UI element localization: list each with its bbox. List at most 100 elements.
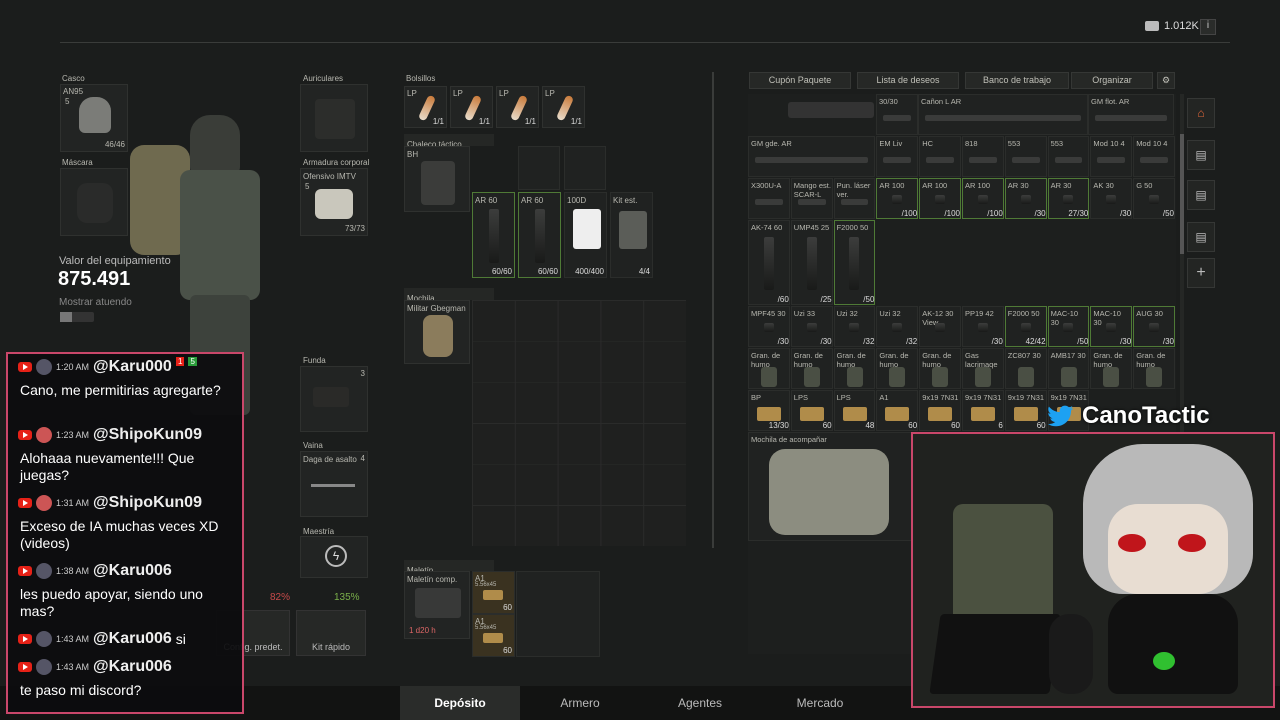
attachment-icon — [1011, 157, 1040, 163]
stash-item[interactable]: Gas lacrimaqe — [962, 348, 1004, 389]
stash-item[interactable]: F2000 50 — [833, 220, 876, 305]
rig-slot[interactable]: AR 60 60/60 — [472, 192, 515, 278]
rig-item-slot[interactable]: BH — [404, 146, 470, 212]
stash-item[interactable]: HC — [919, 136, 961, 177]
stash-item[interactable]: 30/30 — [876, 94, 918, 135]
chat-message: Alohaaa nuevamente!!! Que juegas? — [20, 450, 195, 483]
tab-armero[interactable]: Armero — [520, 686, 640, 720]
stash-item[interactable]: Mod 10 4 — [1133, 136, 1175, 177]
pocket-item-name: LP — [545, 89, 555, 98]
stash-item[interactable]: Gran. de humo — [1133, 348, 1175, 389]
coupon-button[interactable]: Cupón Paquete — [749, 72, 851, 89]
quick-kit-button[interactable]: Kit rápido — [296, 610, 366, 656]
stash-item-name: GM gde. AR — [751, 139, 792, 148]
show-outfit-toggle[interactable] — [60, 312, 94, 322]
backpack-grid[interactable] — [472, 300, 686, 546]
rig-slot[interactable]: Kit est. 4/4 — [610, 192, 653, 278]
pocket-item-name: LP — [499, 89, 509, 98]
stash-item[interactable]: X300U-A — [748, 178, 790, 219]
kit-icon — [619, 211, 647, 249]
workbench-button[interactable]: Banco de trabajo — [965, 72, 1069, 89]
mastery-slot[interactable]: ϟ — [300, 536, 368, 578]
case-item-slot[interactable]: Maletín comp. 1 d20 h — [404, 571, 470, 639]
webcam-overlay — [911, 432, 1275, 708]
gear-icon: ⚙ — [1161, 75, 1171, 85]
rig-empty-slot[interactable] — [518, 146, 560, 190]
case-empty-area[interactable] — [516, 571, 600, 657]
add-icon[interactable]: + — [1187, 258, 1215, 288]
stash-item[interactable]: Mochila de acompañar — [748, 432, 919, 541]
stash-item[interactable]: 818 — [962, 136, 1004, 177]
rig-slot[interactable]: AR 60 60/60 — [518, 192, 561, 278]
stash-item[interactable]: AK-74 60 — [748, 220, 790, 305]
helmet-slot[interactable]: AN95 5 46/46 — [60, 84, 128, 152]
stash-item[interactable]: 553 — [1004, 136, 1047, 177]
mask-slot[interactable] — [60, 168, 128, 236]
case-ammo-slot[interactable]: A1 5.56x45 60 — [472, 614, 515, 657]
helmet-name: AN95 — [63, 87, 84, 96]
youtube-icon — [18, 362, 32, 372]
stash-item[interactable]: UMP45 25 — [790, 220, 833, 305]
stash-item[interactable]: Gran. de humo — [1090, 348, 1133, 389]
case-ammo-slot[interactable]: A1 5.56x45 60 — [472, 571, 515, 614]
info-button[interactable]: i — [1200, 19, 1216, 35]
stash-item[interactable]: EM Liv — [876, 136, 919, 177]
pocket-item-count: 1/1 — [432, 117, 444, 126]
armor-name: Ofensivo IMTV — [303, 172, 356, 181]
tab-deposito[interactable]: Depósito — [400, 686, 520, 720]
stash-item[interactable]: Gran. de humo — [833, 348, 876, 389]
stash-item[interactable]: Mango est. SCAR-L — [790, 178, 833, 219]
chat-timestamp: 1:43 AM — [56, 662, 90, 672]
pocket-slot[interactable]: LP 1/1 — [404, 86, 447, 128]
headphones-slot[interactable] — [300, 84, 368, 152]
stash-item[interactable]: Gran. de humo — [748, 348, 790, 389]
armor-slot[interactable]: Ofensivo IMTV 5 73/73 — [300, 168, 368, 236]
sheath-slot[interactable]: Daga de asalto 4 — [300, 451, 368, 517]
wishlist-button[interactable]: Lista de deseos — [857, 72, 959, 89]
ammo-icon — [483, 590, 503, 600]
stash-item[interactable]: Gran. de humo — [790, 348, 833, 389]
stash-item-name: 30/30 — [879, 97, 898, 106]
stash-item[interactable]: GM flot. AR — [1088, 94, 1174, 135]
stash-item-count: /32 — [863, 337, 875, 346]
stash-item[interactable]: 553 — [1047, 136, 1090, 177]
scroll-divider — [712, 72, 714, 548]
pocket-slot[interactable]: LP 1/1 — [450, 86, 493, 128]
grenade-icon — [975, 367, 991, 387]
pocket-slot[interactable]: LP 1/1 — [542, 86, 585, 128]
box-icon[interactable]: ▤ — [1187, 140, 1215, 170]
stash-item-count: 60 — [822, 421, 832, 430]
rig-slot[interactable]: 100D 400/400 — [564, 192, 607, 278]
pocket-slot[interactable]: LP 1/1 — [496, 86, 539, 128]
magazine-icon — [1020, 195, 1031, 204]
stash-item-count: /30 — [1034, 209, 1046, 218]
stash-item-name: G 50 — [1136, 181, 1153, 190]
backpack-item-slot[interactable]: Militar Gbegman — [404, 300, 470, 364]
grenade-icon — [1146, 367, 1163, 387]
stash-item-name: Mango est. SCAR-L — [793, 181, 831, 199]
stash-item[interactable]: Cañon L AR — [918, 94, 1088, 135]
stash-item[interactable]: Mod 10 4 — [1090, 136, 1133, 177]
stash-item[interactable]: ZC807 30 — [1004, 348, 1047, 389]
stash-item-count: /30 — [777, 337, 789, 346]
stash-item[interactable]: GM gde. AR — [748, 136, 876, 177]
stash-item[interactable]: AK-12 30 View — [919, 306, 961, 347]
stash-item-count: /30 — [991, 337, 1003, 346]
rig-empty-slot[interactable] — [564, 146, 606, 190]
holster-slot[interactable]: 3 — [300, 366, 368, 432]
stash-item[interactable]: Pun. láser ver. — [833, 178, 876, 219]
stash-item-name: F2000 50 — [836, 223, 869, 232]
stash-item[interactable]: Gran. de humo — [876, 348, 919, 389]
stash-item[interactable]: Gran. de humo — [919, 348, 961, 389]
stash-item-name: AK 30 — [1093, 181, 1114, 190]
settings-button[interactable]: ⚙ — [1157, 72, 1175, 89]
box-icon[interactable]: ▤ — [1187, 180, 1215, 210]
home-icon[interactable]: ⌂ — [1187, 98, 1215, 128]
stash-item[interactable]: AMB17 30 — [1047, 348, 1090, 389]
tab-agentes[interactable]: Agentes — [640, 686, 760, 720]
rig-slot-name: Kit est. — [613, 196, 638, 205]
stash-item-name: X300U-A — [751, 181, 782, 190]
organize-button[interactable]: Organizar — [1071, 72, 1153, 89]
tab-mercado[interactable]: Mercado — [760, 686, 880, 720]
box-icon[interactable]: ▤ — [1187, 222, 1215, 252]
